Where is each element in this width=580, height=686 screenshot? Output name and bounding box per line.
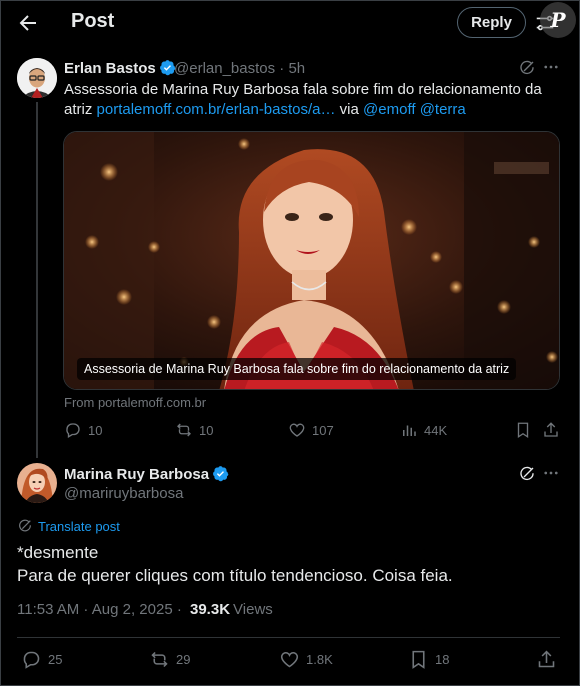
grok-translate-icon	[19, 519, 31, 532]
timestamp[interactable]: 11:53 AM · Aug 2, 2025 ·	[17, 601, 186, 618]
back-arrow-icon[interactable]	[16, 11, 40, 35]
media-caption: Assessoria de Marina Ruy Barbosa fala so…	[77, 358, 517, 380]
tweet-meta: 11:53 AM · Aug 2, 2025 · 39.3K Views	[17, 601, 273, 618]
heart-icon	[280, 651, 299, 668]
quoted-tweet-text: Assessoria de Marina Ruy Barbosa fala so…	[64, 81, 542, 118]
author-handle[interactable]: @mariruybarbosa	[64, 485, 183, 502]
mention-terra[interactable]: @terra	[420, 101, 466, 118]
share-icon	[544, 422, 558, 437]
reply-icon	[23, 651, 40, 669]
author-handle-and-time[interactable]: @erlan_bastos · 5h	[174, 60, 305, 77]
like-action[interactable]: 107	[288, 421, 334, 439]
repost-action[interactable]: 29	[149, 649, 190, 670]
author-name[interactable]: Erlan Bastos	[64, 59, 176, 77]
like-action[interactable]: 1.8K	[279, 649, 333, 670]
post-header: Post Reply P	[0, 0, 580, 46]
repost-action[interactable]: 10	[175, 421, 213, 439]
quoted-tweet-actions: 10 10 107 44K	[64, 421, 564, 443]
link-source[interactable]: From portalemoff.com.br	[64, 395, 206, 410]
reply-icon	[66, 423, 80, 438]
translate-post-link[interactable]: Translate post	[17, 518, 120, 534]
reply-action[interactable]: 25	[21, 649, 62, 670]
watermark-logo: P	[540, 2, 576, 38]
more-options-icon[interactable]	[542, 464, 560, 482]
views-chart-icon	[403, 425, 416, 436]
share-action[interactable]	[542, 421, 566, 439]
bookmark-action[interactable]: 18	[408, 649, 449, 670]
reply-action[interactable]: 10	[64, 421, 102, 439]
marina-avatar[interactable]	[17, 463, 57, 503]
views-label: Views	[233, 601, 273, 618]
views-action[interactable]: 44K	[400, 421, 447, 439]
repost-icon	[177, 423, 191, 437]
page-title: Post	[71, 10, 115, 32]
bookmark-icon	[517, 422, 529, 439]
mention-emoff[interactable]: @emoff	[363, 101, 415, 118]
reply-button[interactable]: Reply	[457, 7, 526, 38]
views-count: 39.3K	[190, 601, 231, 618]
article-link[interactable]: portalemoff.com.br/erlan-bastos/a…	[97, 101, 336, 118]
share-icon	[538, 650, 555, 668]
grok-icon[interactable]	[518, 465, 536, 483]
grok-icon[interactable]	[518, 59, 536, 77]
author-name[interactable]: Marina Ruy Barbosa	[64, 465, 229, 483]
tweet-body: *desmente Para de querer cliques com tít…	[17, 541, 557, 587]
erlan-avatar[interactable]	[17, 58, 57, 98]
bookmark-action[interactable]	[514, 421, 538, 439]
link-card-image[interactable]	[63, 131, 560, 390]
divider	[17, 637, 560, 638]
repost-icon	[151, 651, 168, 668]
tweet-line-2: Para de querer cliques com título tenden…	[17, 566, 453, 585]
tweet-line-1: *desmente	[17, 543, 99, 562]
main-tweet-actions: 25 29 1.8K 18	[17, 649, 560, 673]
more-options-icon[interactable]	[542, 58, 560, 76]
verified-badge-icon	[212, 465, 229, 482]
heart-icon	[289, 423, 305, 437]
bookmark-icon	[412, 650, 425, 669]
share-action[interactable]	[536, 649, 563, 670]
thread-connector-line	[36, 102, 38, 458]
